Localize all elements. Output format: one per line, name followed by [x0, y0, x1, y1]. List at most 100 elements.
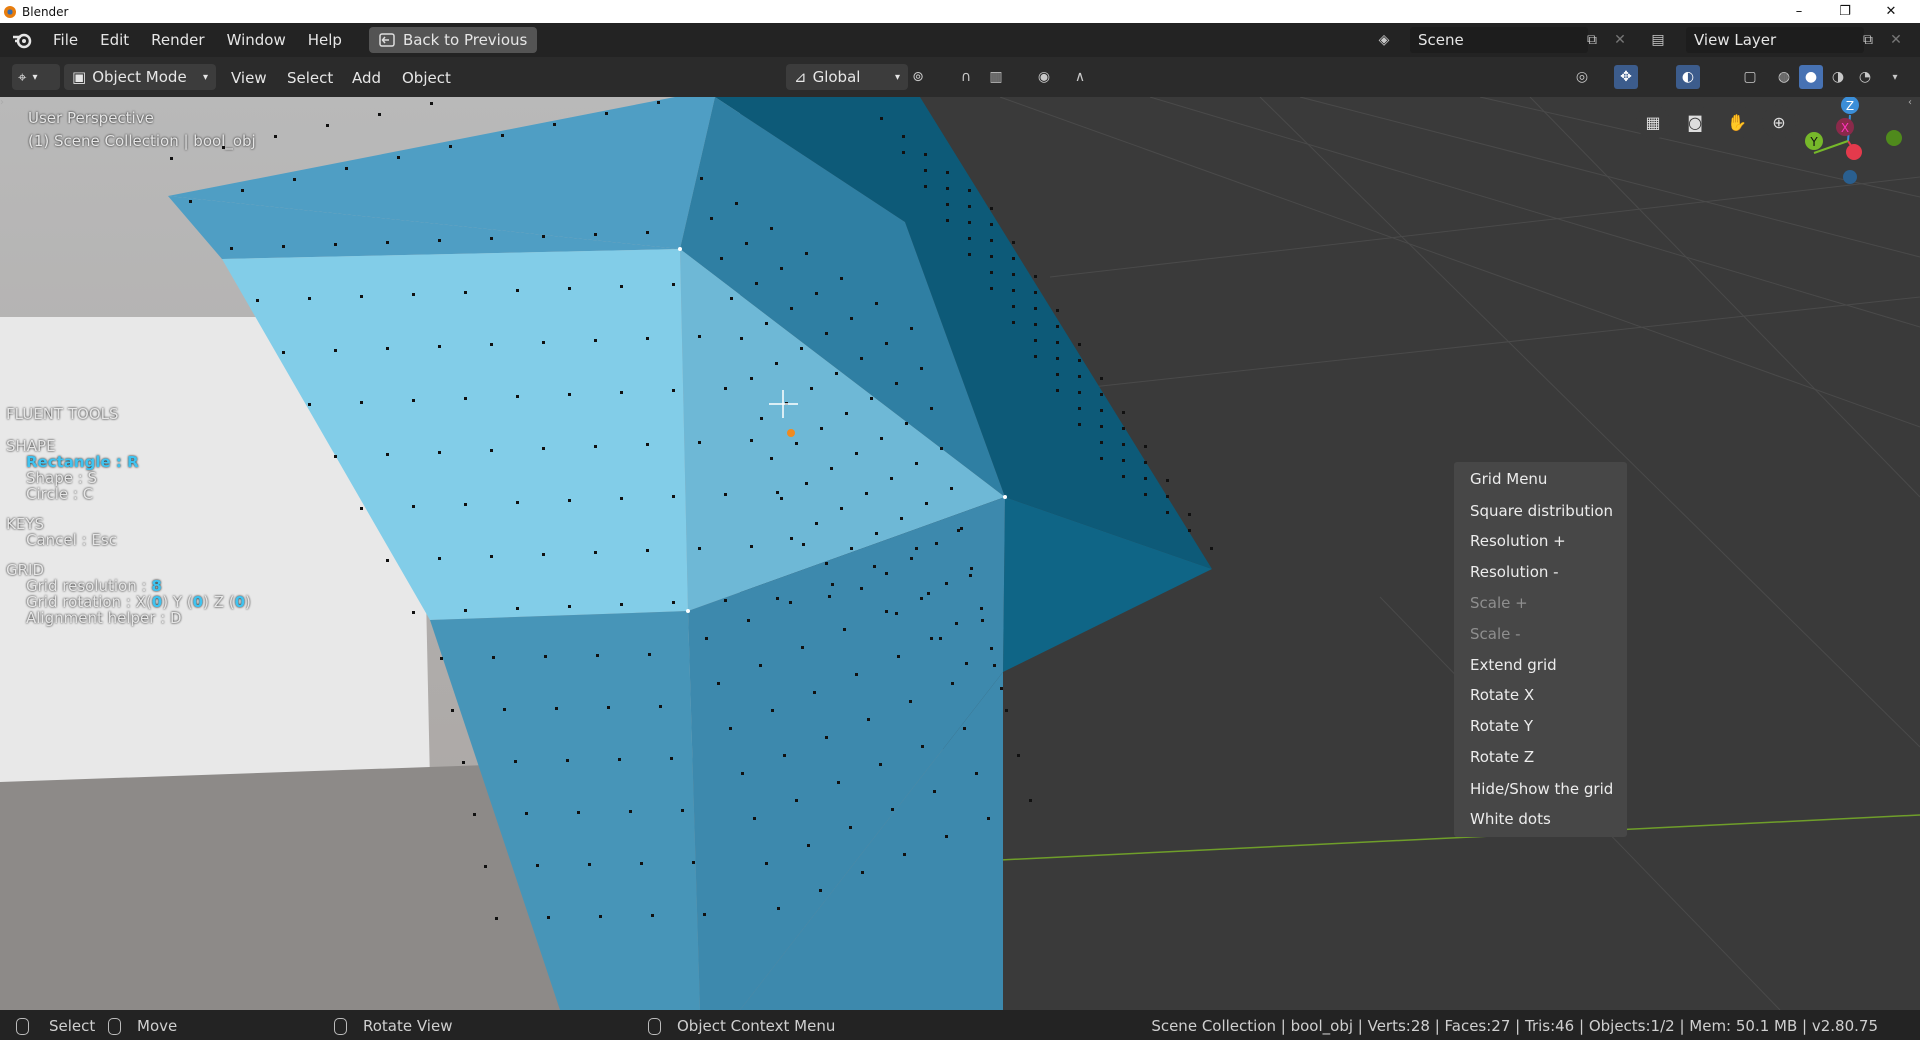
toolbar-expand-icon[interactable]: ›	[0, 97, 10, 117]
editor-type-button[interactable]: ⌖ ▾	[12, 64, 60, 90]
new-scene-icon[interactable]: ⧉	[1580, 28, 1604, 52]
grid-dot	[880, 437, 883, 440]
menu-render[interactable]: Render	[140, 31, 215, 49]
snap-target-icon[interactable]: ▥	[984, 65, 1008, 89]
grid-dot	[1078, 407, 1081, 410]
menu-edit[interactable]: Edit	[89, 31, 140, 49]
grid-dot	[516, 501, 519, 504]
header-menu-view[interactable]: View	[231, 69, 267, 87]
menu-item-square-distribution[interactable]: Square distribution	[1470, 502, 1613, 520]
wireframe-shading-icon[interactable]: ◍	[1772, 65, 1796, 89]
material-shading-icon[interactable]: ◑	[1826, 65, 1850, 89]
grid-dot	[386, 347, 389, 350]
grid-dot	[189, 200, 192, 203]
object-mode-dropdown[interactable]: ▣ Object Mode ▾	[64, 64, 216, 90]
menu-item-white-dots[interactable]: White dots	[1470, 810, 1551, 828]
grid-dot	[620, 285, 623, 288]
grid-dot	[924, 153, 927, 156]
scene-field[interactable]: Scene	[1410, 27, 1588, 53]
menu-item-resolution-minus[interactable]: Resolution -	[1470, 563, 1559, 581]
menu-item-scale-plus[interactable]: Scale +	[1470, 594, 1528, 612]
header-menu-object[interactable]: Object	[402, 69, 451, 87]
menu-item-rotate-y[interactable]: Rotate Y	[1470, 717, 1533, 735]
maximize-button[interactable]: ❐	[1822, 0, 1868, 23]
blender-menu-icon[interactable]	[10, 28, 34, 52]
header-menu-add[interactable]: Add	[352, 69, 381, 87]
grid-rotation-z: 0	[234, 593, 246, 611]
menu-item-scale-minus[interactable]: Scale -	[1470, 625, 1521, 643]
view-layer-selector-icon[interactable]: ▤	[1646, 28, 1670, 52]
back-to-previous-button[interactable]: Back to Previous	[368, 27, 538, 53]
menu-file[interactable]: File	[42, 31, 89, 49]
grid-dot	[927, 592, 930, 595]
menu-item-rotate-x[interactable]: Rotate X	[1470, 686, 1534, 704]
delete-scene-icon[interactable]: ✕	[1608, 28, 1632, 52]
minimize-button[interactable]: –	[1776, 0, 1822, 23]
grid-dot	[820, 427, 823, 430]
overlay-toggle-icon[interactable]: ◐	[1676, 65, 1700, 89]
toggle-camera-view-icon[interactable]: ▦	[1636, 105, 1670, 139]
grid-dot	[514, 760, 517, 763]
grid-dot	[1034, 291, 1037, 294]
menu-item-extend-grid[interactable]: Extend grid	[1470, 656, 1557, 674]
menu-item-hide-show-grid[interactable]: Hide/Show the grid	[1470, 780, 1613, 798]
view-layer-field[interactable]: View Layer	[1686, 27, 1864, 53]
header-menu-select[interactable]: Select	[287, 69, 333, 87]
grid-dot	[968, 189, 971, 192]
xray-toggle-icon[interactable]: ▢	[1738, 65, 1762, 89]
grid-dot	[895, 382, 898, 385]
close-button[interactable]: ✕	[1868, 0, 1914, 23]
transform-orientation-dropdown[interactable]: ⊿ Global ▾	[786, 64, 908, 90]
grid-dot	[777, 907, 780, 910]
grid-dot	[968, 237, 971, 240]
gizmo-toggle-icon[interactable]: ✥	[1614, 65, 1638, 89]
proportional-editing-icon[interactable]: ◉	[1032, 65, 1056, 89]
rendered-shading-icon[interactable]: ◔	[1853, 65, 1877, 89]
camera-icon[interactable]: ◙	[1678, 105, 1712, 139]
pivot-point-icon[interactable]: ⊚	[906, 65, 930, 89]
grid-dot	[646, 549, 649, 552]
grid-dot	[282, 245, 285, 248]
grid-dot	[870, 397, 873, 400]
grid-dot	[801, 646, 804, 649]
grid-dot	[946, 203, 949, 206]
menu-item-rotate-z[interactable]: Rotate Z	[1470, 748, 1534, 766]
menu-help[interactable]: Help	[297, 31, 353, 49]
grid-dot	[553, 123, 556, 126]
grid-dot	[915, 547, 918, 550]
menu-window[interactable]: Window	[216, 31, 297, 49]
fluent-tools-title: FLUENT TOOLS	[6, 405, 119, 423]
grid-dot	[861, 871, 864, 874]
grid-dot	[990, 271, 993, 274]
grid-dot	[795, 799, 798, 802]
gizmo-neg-z-icon[interactable]	[1843, 170, 1857, 184]
grid-menu-title: Grid Menu	[1470, 470, 1548, 488]
solid-shading-icon[interactable]: ●	[1799, 65, 1823, 89]
gizmo-neg-y-icon[interactable]	[1886, 130, 1902, 146]
grid-dot	[594, 445, 597, 448]
grid-dot	[334, 455, 337, 458]
falloff-curve-icon[interactable]: ∧	[1068, 65, 1092, 89]
grid-dot	[594, 339, 597, 342]
3d-viewport[interactable]: › ‹ User Perspective (1) Scene Collectio…	[0, 97, 1920, 1010]
grid-dot	[412, 611, 415, 614]
grid-dot	[759, 664, 762, 667]
shading-options-icon[interactable]: ▾	[1883, 65, 1907, 89]
grid-dot	[860, 587, 863, 590]
navigation-gizmo[interactable]: Z X Y	[1790, 97, 1910, 197]
menu-item-resolution-plus[interactable]: Resolution +	[1470, 532, 1566, 550]
scene-selector-icon[interactable]: ◈	[1372, 28, 1396, 52]
grid-dot	[850, 317, 853, 320]
grid-dot	[1056, 325, 1059, 328]
grid-dot	[747, 619, 750, 622]
grid-dot	[939, 637, 942, 640]
grid-dot	[547, 916, 550, 919]
gizmo-neg-x-icon[interactable]	[1846, 144, 1862, 160]
delete-view-layer-icon[interactable]: ✕	[1884, 28, 1908, 52]
grid-dot	[484, 865, 487, 868]
snap-magnet-icon[interactable]: ∩	[954, 65, 978, 89]
grid-dot	[568, 287, 571, 290]
visibility-eye-icon[interactable]: ◎	[1570, 65, 1594, 89]
pan-hand-icon[interactable]: ✋	[1720, 105, 1754, 139]
new-view-layer-icon[interactable]: ⧉	[1856, 28, 1880, 52]
